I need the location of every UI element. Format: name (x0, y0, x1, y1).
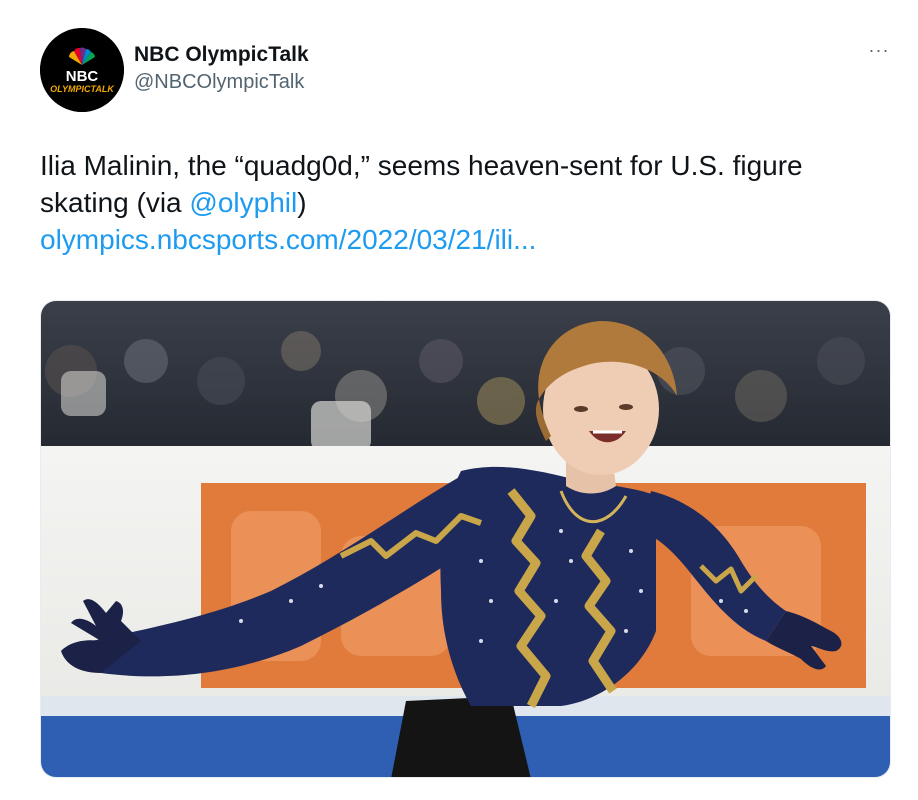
tweet-text-part2: ) (297, 187, 307, 218)
more-options-icon[interactable]: ··· (866, 40, 892, 60)
avatar-nbc-text: NBC (66, 68, 99, 85)
tweet-text-part1: Ilia Malinin, the “quadg0d,” seems heave… (40, 150, 803, 218)
avatar-olympictalk-text: OLYMPICTALK (50, 84, 115, 94)
tweet-photo[interactable] (40, 300, 891, 778)
account-avatar[interactable]: NBC OLYMPICTALK (40, 28, 124, 112)
tweet-text: Ilia Malinin, the “quadg0d,” seems heave… (40, 147, 860, 258)
display-name[interactable]: NBC OlympicTalk (134, 43, 309, 67)
photo-icon (41, 301, 890, 777)
account-handle[interactable]: @NBCOlympicTalk (134, 71, 304, 94)
article-link[interactable]: olympics.nbcsports.com/2022/03/21/ili... (40, 224, 536, 255)
mention-link[interactable]: @olyphil (189, 187, 297, 218)
